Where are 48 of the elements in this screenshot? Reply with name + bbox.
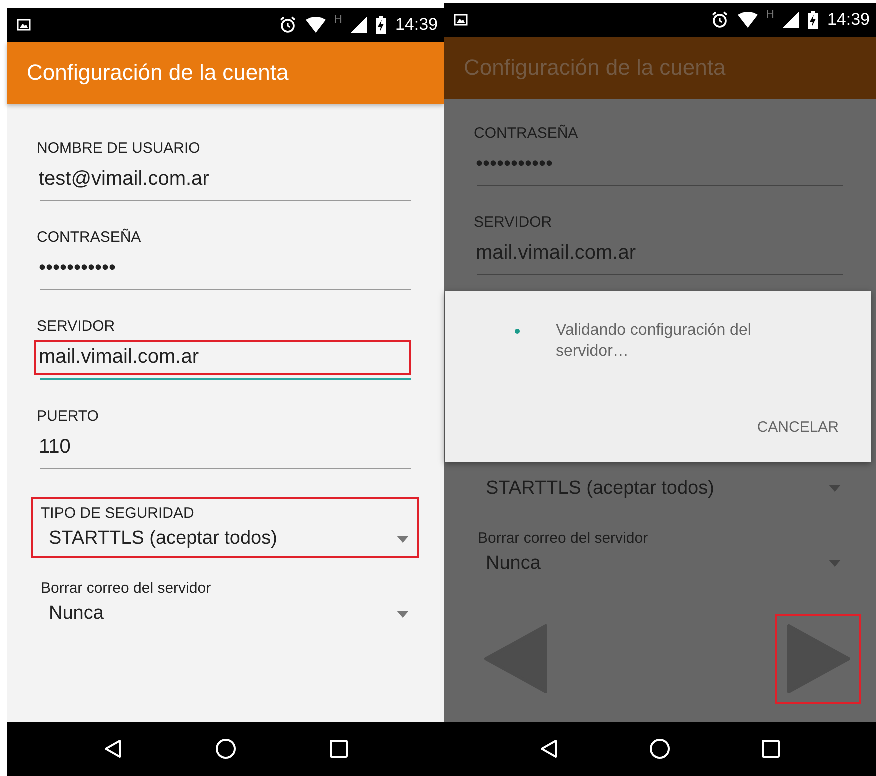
image-icon xyxy=(17,19,31,31)
caret-icon xyxy=(397,536,409,542)
dropdown-value: STARTTLS (aceptar todos) xyxy=(486,478,714,500)
recents-icon[interactable] xyxy=(762,740,780,758)
field-label: SERVIDOR xyxy=(474,214,554,231)
wifi-icon xyxy=(738,12,758,28)
field-label: PUERTO xyxy=(37,408,100,425)
field-label: NOMBRE DE USUARIO xyxy=(37,140,202,157)
signal-icon xyxy=(783,12,800,28)
dropdown[interactable]: TIPO DE SEGURIDAD STARTTLS (aceptar todos) xyxy=(31,497,419,558)
wifi-icon xyxy=(306,17,326,33)
dialog-message: Validando configuración del servidor… xyxy=(556,321,752,362)
home-icon[interactable] xyxy=(214,738,236,760)
signal-icon xyxy=(351,17,368,33)
battery-charging-icon xyxy=(808,11,818,29)
text-field[interactable]: mail.vimail.com.ar xyxy=(34,340,411,375)
text-field[interactable]: ••••••••••• xyxy=(34,251,411,286)
screen-title: Configuración de la cuenta xyxy=(27,60,289,86)
caret-icon xyxy=(829,485,841,492)
network-type-label: H xyxy=(334,14,342,26)
dropdown-value: Nunca xyxy=(486,552,541,575)
dropdown-label: TIPO DE SEGURIDAD xyxy=(41,505,196,522)
dropdown-label: Borrar correo del servidor xyxy=(41,580,212,597)
alarm-clock-icon xyxy=(278,16,296,34)
dropdown[interactable]: Borrar correo del servidor Nunca xyxy=(31,572,419,633)
field-label: CONTRASEÑA xyxy=(474,125,580,142)
recents-icon[interactable] xyxy=(330,740,348,758)
status-time: 14:39 xyxy=(395,15,438,35)
screen-title: Configuración de la cuenta xyxy=(464,55,726,81)
home-icon[interactable] xyxy=(648,738,671,760)
dropdown-value: Nunca xyxy=(49,603,104,625)
status-time: 14:39 xyxy=(827,10,870,30)
back-icon[interactable] xyxy=(540,739,558,759)
dropdown-value: STARTTLS (aceptar todos) xyxy=(49,528,278,550)
image-icon xyxy=(454,14,468,26)
field-label: CONTRASEÑA xyxy=(37,229,142,246)
text-field[interactable]: test@vimail.com.ar xyxy=(34,162,411,197)
caret-icon xyxy=(397,610,409,618)
cancel-button[interactable]: CANCELAR xyxy=(753,414,843,440)
text-field[interactable]: 110 xyxy=(34,430,411,465)
network-type-label: H xyxy=(766,9,774,21)
dropdown-label: Borrar correo del servidor xyxy=(478,530,650,547)
caret-icon xyxy=(829,560,841,568)
field-label: SERVIDOR xyxy=(37,318,116,335)
spinner-icon xyxy=(515,329,520,334)
alarm-clock-icon xyxy=(710,11,728,29)
back-icon[interactable] xyxy=(104,739,122,759)
battery-charging-icon xyxy=(376,16,386,34)
